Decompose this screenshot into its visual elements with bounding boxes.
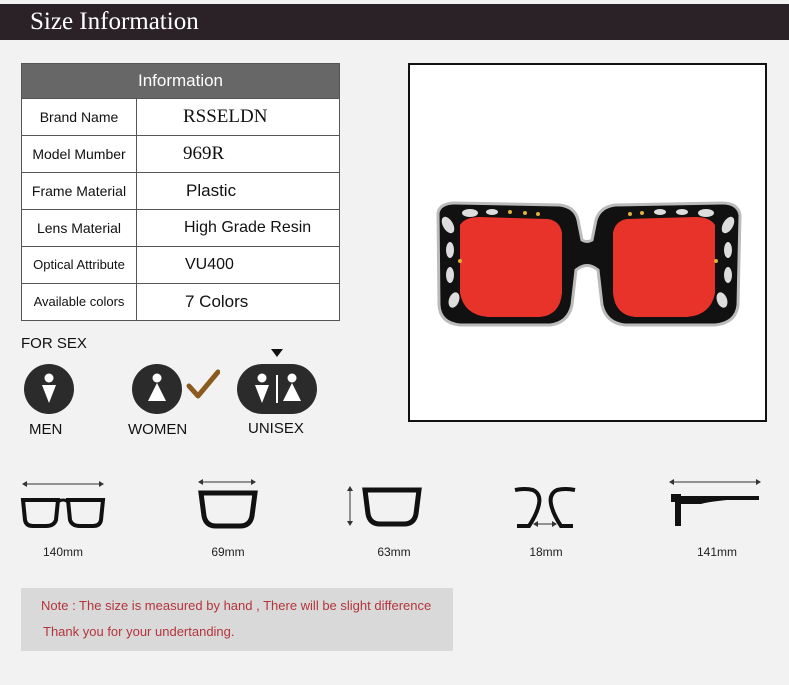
temple-length-label: 141mm xyxy=(696,545,737,559)
info-key: Brand Name xyxy=(22,99,137,135)
lens-height-label: 63mm xyxy=(377,545,411,559)
page-header: Size Information xyxy=(0,4,789,40)
info-value: Plastic xyxy=(186,181,237,200)
frame-width-icon xyxy=(20,481,106,528)
unisex-label: UNISEX xyxy=(248,420,304,437)
info-row-brand: Brand Name RSSELDN xyxy=(22,98,339,135)
info-value: 969R xyxy=(183,143,225,164)
lens-width-label: 69mm xyxy=(211,545,245,559)
sunglasses-icon xyxy=(436,201,742,327)
info-value: VU400 xyxy=(185,256,234,273)
info-key: Lens Material xyxy=(22,210,137,246)
check-icon xyxy=(186,369,220,399)
info-row-lens: Lens Material High Grade Resin xyxy=(22,209,339,246)
bridge-width-label: 18mm xyxy=(529,545,563,559)
unisex-icon xyxy=(237,364,317,414)
men-label: MEN xyxy=(29,421,63,438)
info-table: Information Brand Name RSSELDN Model Mum… xyxy=(21,63,340,321)
info-value: RSSELDN xyxy=(183,106,268,127)
info-row-colors: Available colors 7 Colors xyxy=(22,283,339,320)
temple-length-icon xyxy=(669,479,761,526)
info-key: Model Mumber xyxy=(22,136,137,172)
size-note: Note : The size is measured by hand , Th… xyxy=(21,588,453,651)
for-sex-title: FOR SEX xyxy=(21,335,87,352)
lens-height-icon xyxy=(347,486,422,527)
note-line-1: Note : The size is measured by hand , Th… xyxy=(41,598,432,613)
women-label: WOMEN xyxy=(128,421,188,438)
info-value: 7 Colors xyxy=(185,292,249,311)
woman-icon xyxy=(132,364,182,414)
man-icon xyxy=(24,364,74,414)
lens-width-icon xyxy=(198,479,258,529)
arrow-down-icon xyxy=(271,349,283,357)
info-row-optical: Optical Attribute VU400 xyxy=(22,246,339,283)
info-value: High Grade Resin xyxy=(184,219,312,236)
info-key: Frame Material xyxy=(22,173,137,209)
page-title: Size Information xyxy=(30,8,199,35)
frame-width-label: 140mm xyxy=(42,545,83,559)
info-table-heading: Information xyxy=(22,64,339,98)
info-key: Available colors xyxy=(22,284,137,320)
info-row-frame: Frame Material Plastic xyxy=(22,172,339,209)
bridge-width-icon xyxy=(514,487,576,528)
info-key: Optical Attribute xyxy=(22,247,137,283)
note-line-2: Thank you for your undertanding. xyxy=(43,624,235,639)
info-row-model: Model Mumber 969R xyxy=(22,135,339,172)
product-image xyxy=(408,63,767,422)
